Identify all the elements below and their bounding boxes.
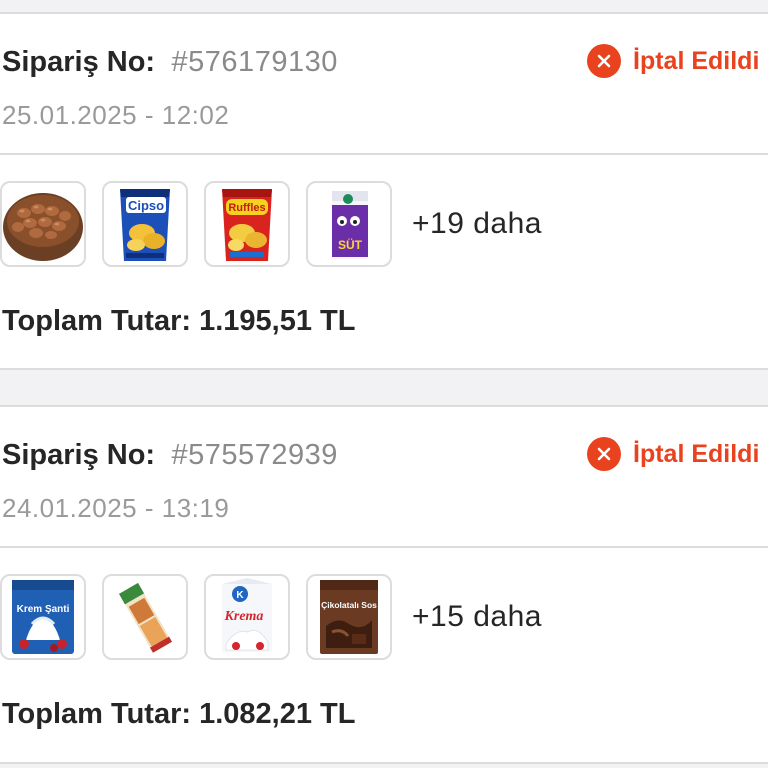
chips-bag-blue-icon: Cipso: [120, 189, 170, 261]
order-header: Sipariş No: #576179130 25.01.2025 - 12:0…: [0, 14, 768, 155]
product-thumbnail[interactable]: Cipso: [102, 181, 188, 267]
status-badge: İptal Edildi: [587, 437, 759, 471]
svg-text:Çikolatalı Sos: Çikolatalı Sos: [321, 600, 377, 610]
order-date: 25.01.2025 - 12:02: [2, 100, 230, 130]
order-number-label: Sipariş No:: [2, 46, 156, 78]
svg-text:Krema: Krema: [224, 609, 264, 624]
product-thumbnails: Cipso Ruffles SÜT +19 daha: [0, 181, 542, 267]
order-total: Toplam Tutar: 1.082,21 TL: [2, 698, 356, 730]
product-thumbnail[interactable]: SÜT: [306, 181, 392, 267]
svg-text:Krem Şanti: Krem Şanti: [17, 604, 70, 615]
status-badge: İptal Edildi: [587, 44, 759, 78]
order-card[interactable]: Sipariş No: #575572939 24.01.2025 - 13:1…: [0, 405, 768, 764]
svg-text:K: K: [236, 590, 244, 601]
status-text: İptal Edildi: [633, 46, 760, 75]
order-total: Toplam Tutar: 1.195,51 TL: [2, 305, 356, 337]
order-header: Sipariş No: #575572939 24.01.2025 - 13:1…: [0, 407, 768, 548]
cancel-x-icon: [587, 44, 621, 78]
svg-text:Cipso: Cipso: [128, 198, 164, 213]
pastry-pack-icon: [118, 582, 173, 653]
product-thumbnail[interactable]: K Krema: [204, 574, 290, 660]
peanut-bowl-icon: [3, 193, 83, 261]
product-thumbnail[interactable]: Ruffles: [204, 181, 290, 267]
product-thumbnail[interactable]: [0, 181, 86, 267]
cream-carton-icon: K Krema: [222, 578, 272, 652]
cancel-x-icon: [587, 437, 621, 471]
order-history-screen: Sipariş No: #576179130 25.01.2025 - 12:0…: [0, 0, 768, 768]
product-thumbnail[interactable]: [102, 574, 188, 660]
order-number-line: Sipariş No: #575572939: [2, 439, 338, 472]
more-items-count[interactable]: +19 daha: [412, 207, 542, 241]
svg-text:Ruffles: Ruffles: [228, 202, 265, 214]
whipped-cream-box-icon: Krem Şanti: [12, 580, 74, 654]
product-thumbnails: Krem Şanti K Krema Çikolatalı Sos +15 da…: [0, 574, 542, 660]
status-text: İptal Edildi: [633, 439, 760, 468]
order-number-line: Sipariş No: #576179130: [2, 46, 338, 79]
chips-bag-red-icon: Ruffles: [222, 189, 272, 261]
product-thumbnail[interactable]: Çikolatalı Sos: [306, 574, 392, 660]
order-card[interactable]: Sipariş No: #576179130 25.01.2025 - 12:0…: [0, 12, 768, 370]
order-number-label: Sipariş No:: [2, 439, 156, 471]
milk-carton-purple-icon: SÜT: [332, 191, 368, 259]
chocolate-sauce-box-icon: Çikolatalı Sos: [320, 580, 378, 654]
order-number-value: #575572939: [171, 439, 338, 471]
more-items-count[interactable]: +15 daha: [412, 600, 542, 634]
order-number-value: #576179130: [171, 46, 338, 78]
product-thumbnail[interactable]: Krem Şanti: [0, 574, 86, 660]
order-date: 24.01.2025 - 13:19: [2, 493, 230, 523]
svg-text:SÜT: SÜT: [338, 237, 363, 252]
